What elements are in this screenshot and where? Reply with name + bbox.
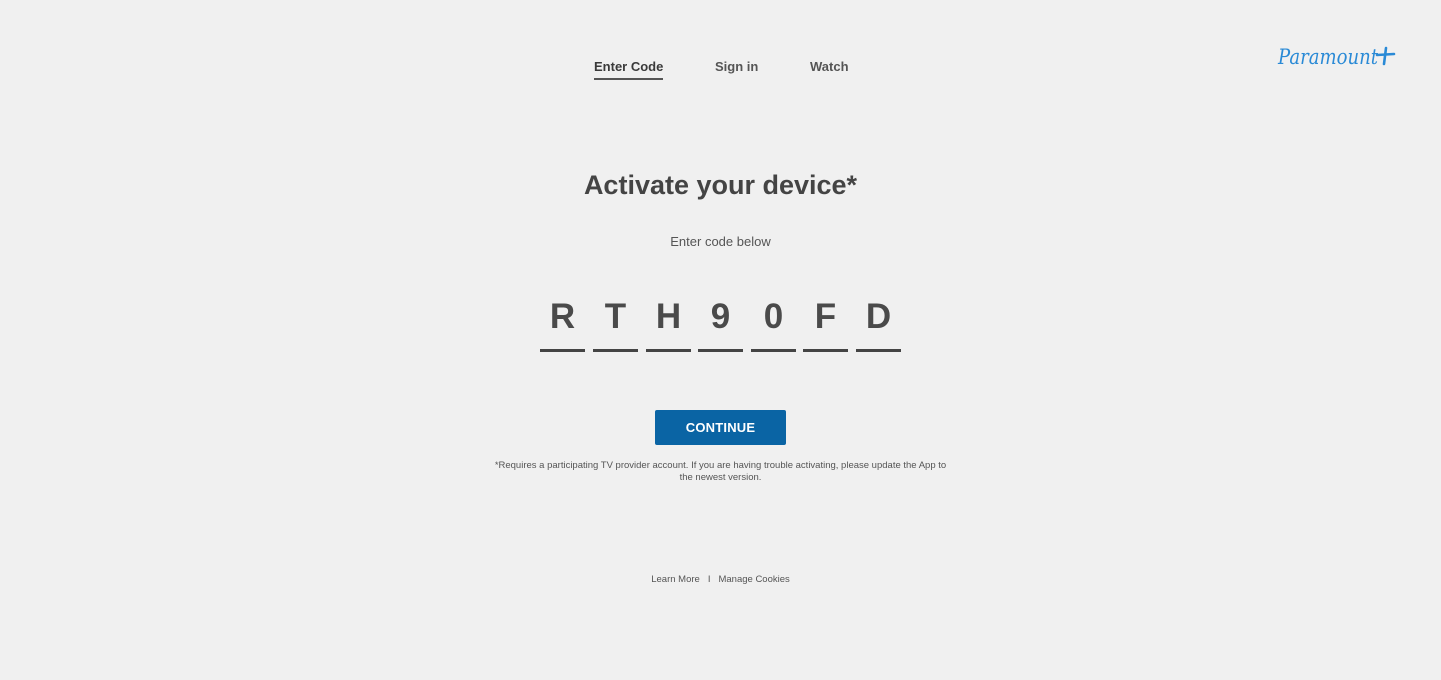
code-character: 0	[751, 295, 796, 352]
disclaimer-text: *Requires a participating TV provider ac…	[494, 460, 947, 483]
svg-text:Paramount: Paramount	[1277, 45, 1378, 69]
continue-button[interactable]: CONTINUE	[655, 410, 786, 445]
code-character: 9	[698, 295, 743, 352]
footer: Learn More I Manage Cookies	[0, 574, 1441, 586]
code-character: T	[593, 295, 638, 352]
activation-page: Enter Code Sign in Watch Paramount Activ…	[0, 0, 1441, 680]
nav-enter-code[interactable]: Enter Code	[594, 58, 664, 80]
code-character: D	[856, 295, 901, 352]
code-character: R	[540, 295, 585, 352]
code-character: F	[803, 295, 848, 352]
activation-code: R T H 9 0 F D	[540, 295, 902, 352]
nav-watch[interactable]: Watch	[810, 58, 849, 78]
paramount-plus-logo[interactable]: Paramount	[1276, 40, 1400, 74]
top-nav: Enter Code Sign in Watch	[0, 58, 1441, 82]
learn-more-link[interactable]: Learn More	[651, 574, 700, 585]
page-title: Activate your device*	[583, 170, 858, 200]
manage-cookies-link[interactable]: Manage Cookies	[718, 574, 789, 585]
logo-wordmark: Paramount	[1277, 45, 1396, 69]
nav-sign-in[interactable]: Sign in	[715, 58, 758, 78]
footer-separator: I	[707, 574, 711, 585]
enter-code-instruction: Enter code below	[670, 234, 771, 249]
code-character: H	[646, 295, 691, 352]
